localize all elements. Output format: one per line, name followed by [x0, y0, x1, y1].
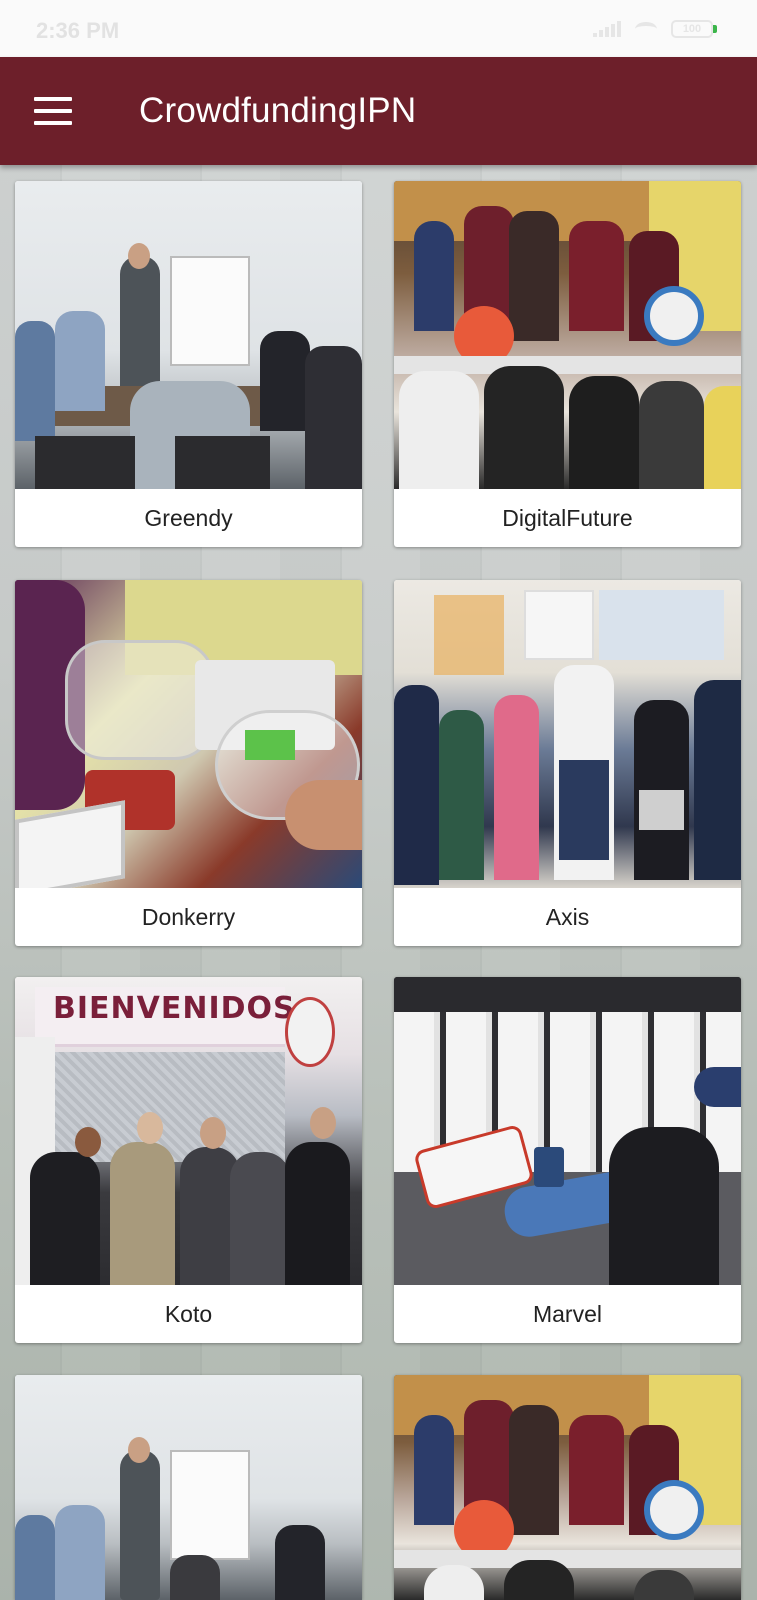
menu-icon[interactable] [34, 97, 72, 125]
battery-level: 100 [671, 20, 713, 38]
wifi-icon [635, 22, 657, 36]
status-bar: 2:36 PM 100 [0, 0, 757, 57]
app-bar: CrowdfundingIPN [0, 57, 757, 165]
project-card-digitalfuture-repeat[interactable] [394, 1375, 741, 1600]
battery-tip [713, 25, 717, 33]
project-title: Greendy [144, 505, 233, 531]
project-image [15, 580, 362, 888]
project-title: Donkerry [141, 904, 236, 930]
project-card-greendy-repeat[interactable] [15, 1375, 362, 1600]
project-card-donkerry[interactable]: Donkerry [15, 580, 362, 946]
system-icons: 100 [593, 20, 717, 38]
project-card-marvel[interactable]: Marvel [394, 977, 741, 1343]
project-title: Axis [545, 904, 590, 930]
project-image [394, 1375, 741, 1600]
status-time: 2:36 PM [36, 18, 120, 43]
project-image: BIENVENIDOS [15, 977, 362, 1285]
welcome-sign-text: BIENVENIDOS [53, 991, 296, 1026]
project-image [394, 977, 741, 1285]
project-title: DigitalFuture [502, 505, 633, 531]
project-image [394, 181, 741, 489]
project-card-greendy[interactable]: Greendy [15, 181, 362, 547]
project-image [15, 1375, 362, 1600]
battery-icon: 100 [671, 20, 717, 38]
project-card-digitalfuture[interactable]: DigitalFuture [394, 181, 741, 547]
project-title: Koto [164, 1301, 213, 1327]
project-image [15, 181, 362, 489]
project-title: Marvel [532, 1301, 602, 1327]
project-card-axis[interactable]: Axis [394, 580, 741, 946]
app-title: CrowdfundingIPN [139, 91, 417, 130]
project-card-koto[interactable]: BIENVENIDOS Koto [15, 977, 362, 1343]
signal-icon [593, 21, 621, 37]
project-image [394, 580, 741, 888]
